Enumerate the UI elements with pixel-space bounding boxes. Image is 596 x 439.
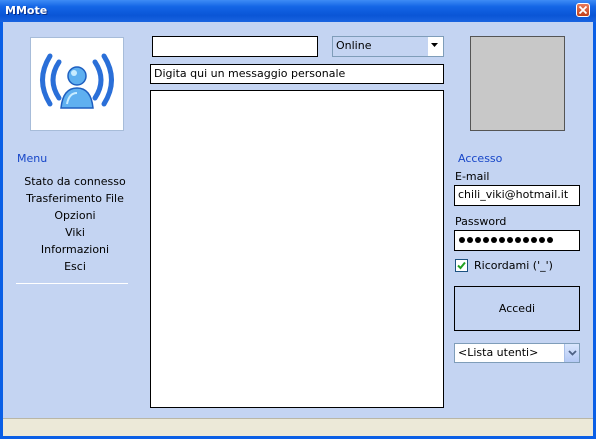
user-list-dropdown-arrow[interactable] xyxy=(564,344,579,362)
chevron-down-icon xyxy=(431,43,438,47)
password-dot xyxy=(523,237,529,243)
status-dropdown[interactable]: Online xyxy=(332,36,444,57)
password-field[interactable] xyxy=(454,230,580,251)
password-dot xyxy=(515,237,521,243)
login-button[interactable]: Accedi xyxy=(454,286,580,331)
remember-checkbox[interactable] xyxy=(455,259,468,272)
email-label: E-mail xyxy=(455,170,490,183)
close-icon xyxy=(579,6,587,14)
password-dot xyxy=(547,237,553,243)
window-title: MMote xyxy=(5,4,48,17)
remember-label[interactable]: Ricordami ('_') xyxy=(474,259,553,272)
menu-divider xyxy=(16,283,128,284)
check-icon xyxy=(457,261,466,270)
password-dot xyxy=(491,237,497,243)
logo-panel xyxy=(30,37,124,131)
menu-item-stato[interactable]: Stato da connesso xyxy=(15,175,135,188)
personal-message-input[interactable]: Digita qui un messaggio personale xyxy=(150,64,444,84)
menu-item-trasferimento[interactable]: Trasferimento File xyxy=(15,192,135,205)
menu-item-esci[interactable]: Esci xyxy=(15,260,135,273)
password-dots xyxy=(459,237,553,243)
status-selected: Online xyxy=(336,39,372,52)
password-label: Password xyxy=(455,215,507,228)
close-button[interactable] xyxy=(576,3,590,17)
user-list-dropdown[interactable]: <Lista utenti> xyxy=(454,343,580,363)
menu-item-viki[interactable]: Viki xyxy=(15,226,135,239)
menu-item-informazioni[interactable]: Informazioni xyxy=(15,243,135,256)
title-bar[interactable]: MMote xyxy=(0,0,596,22)
password-dot xyxy=(507,237,513,243)
password-dot xyxy=(467,237,473,243)
access-title: Accesso xyxy=(458,152,503,165)
avatar xyxy=(470,36,565,131)
status-bar xyxy=(3,418,593,436)
password-dot xyxy=(531,237,537,243)
password-dot xyxy=(499,237,505,243)
chevron-down-icon xyxy=(568,350,577,356)
password-dot xyxy=(475,237,481,243)
password-dot xyxy=(459,237,465,243)
password-dot xyxy=(483,237,489,243)
message-area[interactable] xyxy=(150,90,444,408)
signal-person-icon xyxy=(40,53,114,109)
app-window: MMote Menu Stato da connesso Trasferimen… xyxy=(0,0,596,439)
user-list-selected: <Lista utenti> xyxy=(458,346,539,359)
status-dropdown-arrow[interactable] xyxy=(428,37,443,56)
menu-item-opzioni[interactable]: Opzioni xyxy=(15,209,135,222)
name-input[interactable] xyxy=(152,36,318,57)
email-field[interactable]: chili_viki@hotmail.it xyxy=(454,185,580,206)
menu-title: Menu xyxy=(17,152,48,165)
password-dot xyxy=(539,237,545,243)
